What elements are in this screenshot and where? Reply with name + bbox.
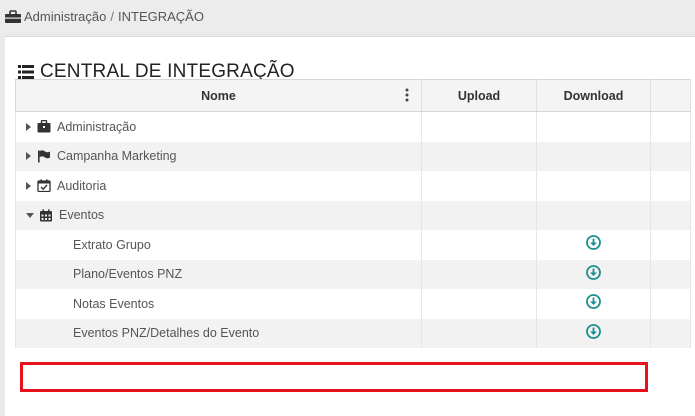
breadcrumb: Administração / INTEGRAÇÃO: [0, 0, 695, 33]
tree-row-eventos-pnz-detalhes[interactable]: Eventos PNZ/Detalhes do Evento: [15, 318, 691, 348]
breadcrumb-section[interactable]: Administração: [24, 9, 106, 24]
expand-caret-icon[interactable]: [22, 122, 34, 131]
tree-row-administracao[interactable]: Administração: [15, 111, 691, 142]
tree-row-label: Extrato Grupo: [73, 237, 151, 252]
tree-row-eventos[interactable]: Eventos: [15, 200, 691, 230]
tree-row-label: Administração: [57, 119, 137, 134]
column-download-label: Download: [563, 88, 624, 103]
column-menu-icon[interactable]: [405, 88, 409, 102]
download-circle-icon[interactable]: [586, 323, 601, 339]
tree-row-label: Eventos: [59, 208, 105, 223]
flag-icon: [37, 150, 51, 163]
grid-header-row: Nome Upload Download: [15, 79, 691, 112]
integration-grid: Nome Upload Download Administração Campa…: [15, 79, 691, 348]
tree-row-extrato-grupo[interactable]: Extrato Grupo: [15, 230, 691, 260]
tree-row-label: Campanha Marketing: [57, 149, 177, 164]
tree-row-plano-eventos-pnz[interactable]: Plano/Eventos PNZ: [15, 259, 691, 289]
briefcase-icon: [4, 9, 22, 24]
column-header-upload[interactable]: Upload: [421, 79, 537, 112]
calendar-check-icon: [37, 179, 51, 193]
expand-caret-icon[interactable]: [22, 152, 34, 161]
tree-row-notas-eventos[interactable]: Notas Eventos: [15, 289, 691, 319]
expand-caret-icon[interactable]: [22, 181, 34, 190]
tree-row-label: Auditoria: [57, 178, 107, 193]
column-header-download[interactable]: Download: [536, 79, 651, 112]
calendar-icon: [39, 209, 53, 222]
column-header-name[interactable]: Nome: [15, 79, 422, 112]
briefcase-icon: [37, 120, 51, 133]
download-circle-icon[interactable]: [586, 294, 601, 310]
column-upload-label: Upload: [457, 88, 501, 103]
list-icon: [18, 64, 34, 80]
column-name-label: Nome: [201, 88, 236, 103]
tree-row-campanha-marketing[interactable]: Campanha Marketing: [15, 141, 691, 171]
tree-row-label: Plano/Eventos PNZ: [73, 267, 183, 282]
tree-row-auditoria[interactable]: Auditoria: [15, 171, 691, 201]
download-circle-icon[interactable]: [586, 264, 601, 280]
tree-row-label: Eventos PNZ/Detalhes do Evento: [73, 326, 260, 341]
tree-row-label: Notas Eventos: [73, 296, 155, 311]
breadcrumb-separator: /: [110, 9, 114, 24]
column-header-extra: [650, 79, 691, 112]
breadcrumb-current: INTEGRAÇÃO: [118, 9, 204, 24]
collapse-caret-icon[interactable]: [24, 212, 36, 219]
download-circle-icon[interactable]: [586, 235, 601, 251]
